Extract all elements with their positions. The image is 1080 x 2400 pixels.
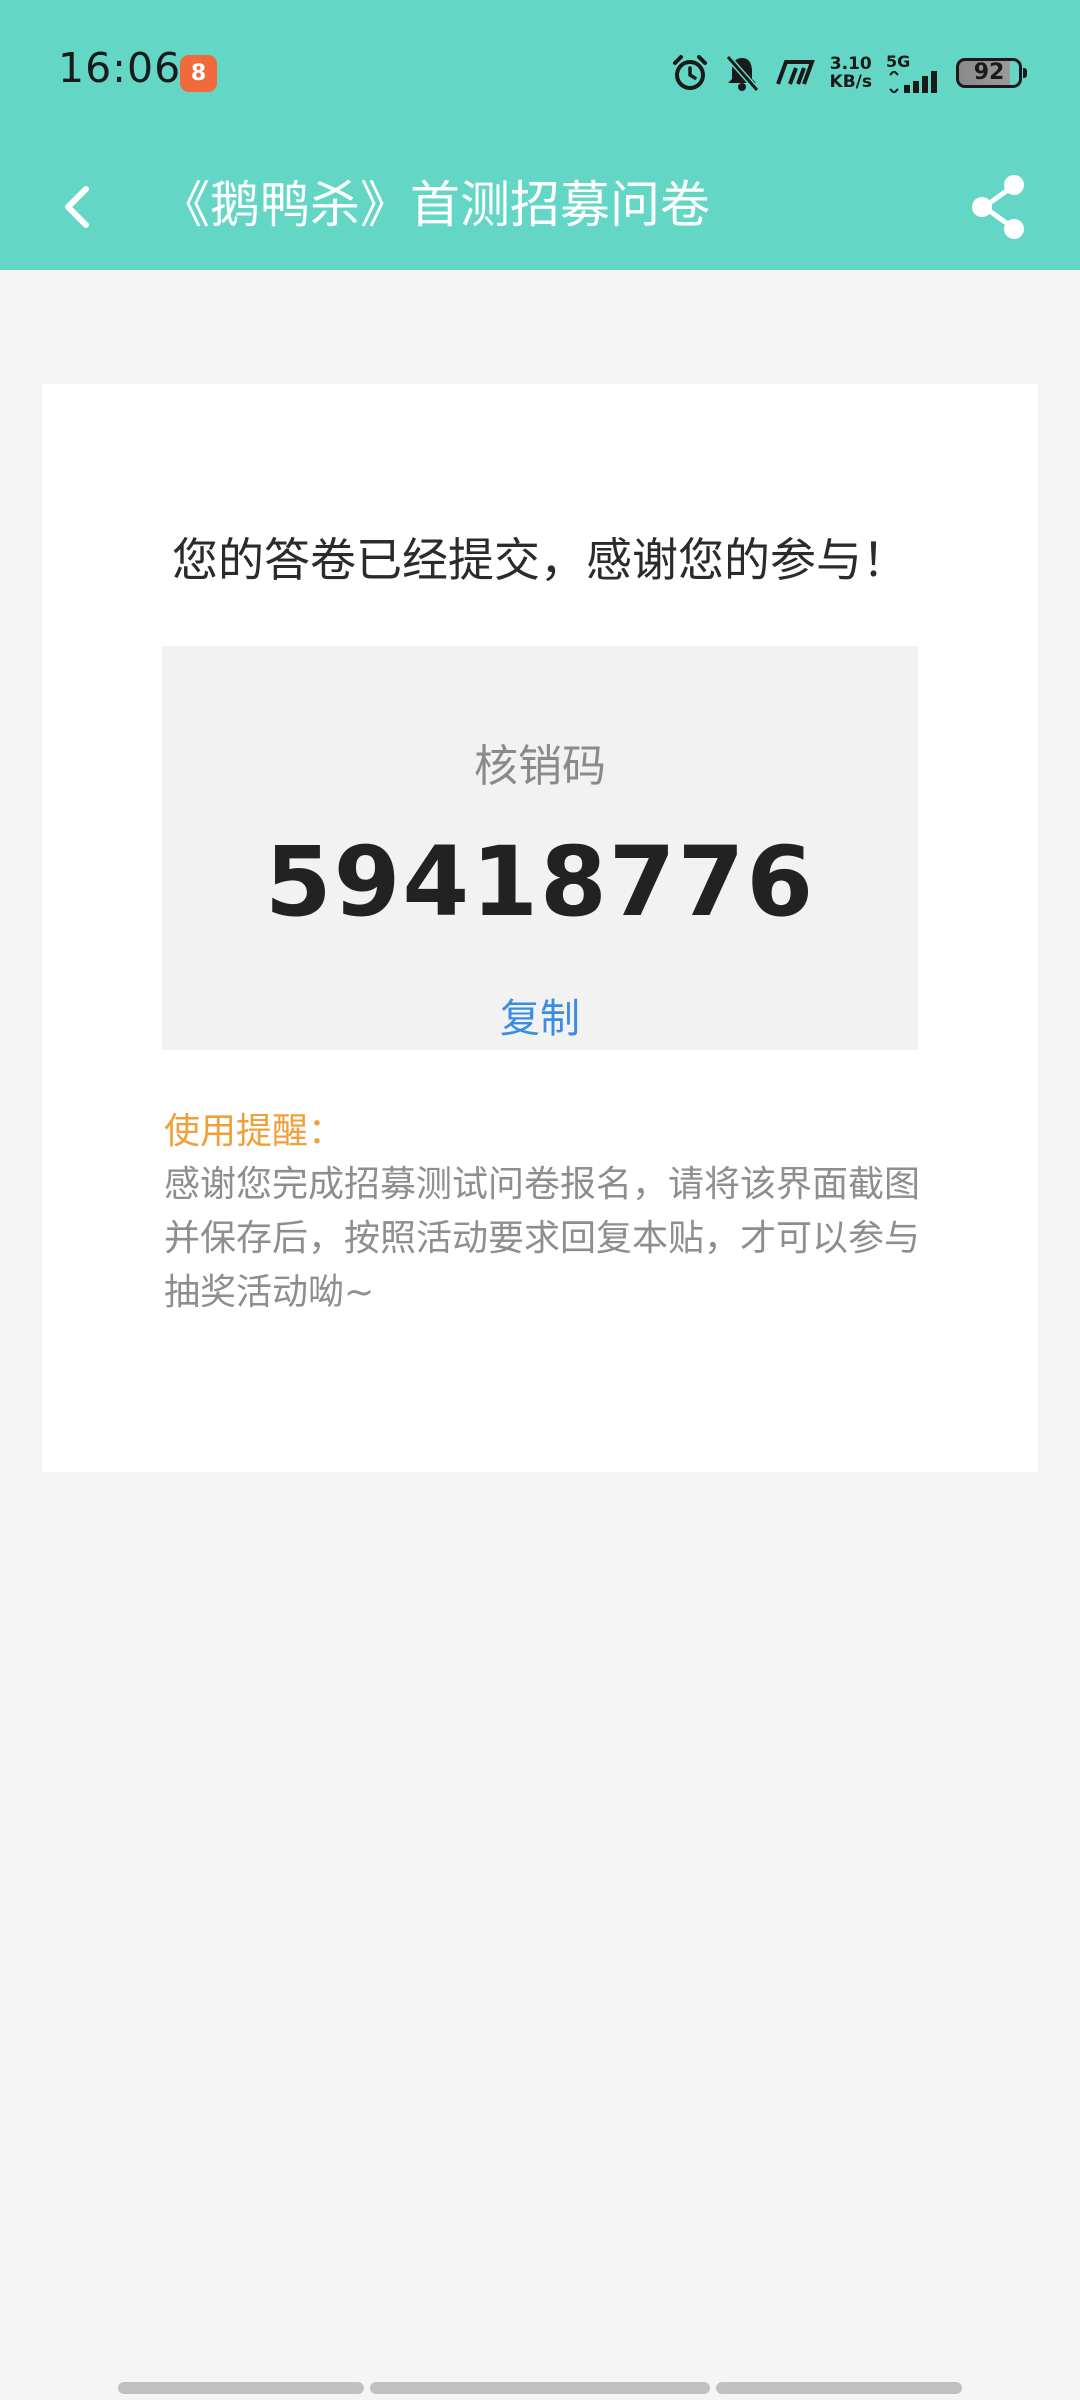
navigation-bar: 《鹅鸭杀》首测招募问卷 <box>0 145 1080 270</box>
chevron-left-icon[interactable] <box>48 167 108 247</box>
page-title: 《鹅鸭杀》首测招募问卷 <box>160 176 710 234</box>
usage-tip-text: 感谢您完成招募测试问卷报名，请将该界面截图并保存后，按照活动要求回复本贴，才可以… <box>164 1164 921 1313</box>
battery-icon: 92 <box>956 58 1027 88</box>
status-bar: 16:06 8 3.10 KB/s 5G 92 <box>0 0 1080 145</box>
copy-button[interactable]: 复制 <box>162 986 918 1044</box>
alarm-icon <box>672 55 707 90</box>
gesture-bar-right <box>716 2382 962 2394</box>
status-icons: 3.10 KB/s 5G 92 <box>670 48 1027 98</box>
mute-bell-icon <box>725 55 759 92</box>
result-card: 您的答卷已经提交，感谢您的参与！ 核销码 59418776 复制 使用提醒： 感… <box>42 384 1038 1472</box>
gesture-bar-center[interactable] <box>370 2382 710 2394</box>
network-type: 5G <box>886 52 911 71</box>
net-speed-unit: KB/s <box>829 72 872 92</box>
submit-success-message: 您的答卷已经提交，感谢您的参与！ <box>172 533 908 587</box>
redeem-code-label: 核销码 <box>474 741 606 792</box>
net-speed-value: 3.10 <box>829 54 872 74</box>
signal-icon <box>889 71 937 93</box>
status-time: 16:06 <box>58 44 182 92</box>
redeem-code-value: 59418776 <box>264 826 816 938</box>
share-icon[interactable] <box>958 167 1038 247</box>
gesture-bar-left <box>118 2382 364 2394</box>
app-notification-icon: 8 <box>180 55 217 92</box>
battery-level: 92 <box>973 60 1005 85</box>
redeem-code-box: 核销码 59418776 复制 <box>162 646 918 1050</box>
net-speed: 3.10 KB/s <box>830 55 872 91</box>
signal-group: 5G <box>886 53 942 93</box>
usage-tip-title: 使用提醒： <box>164 1111 345 1152</box>
nfc-icon <box>775 60 815 85</box>
